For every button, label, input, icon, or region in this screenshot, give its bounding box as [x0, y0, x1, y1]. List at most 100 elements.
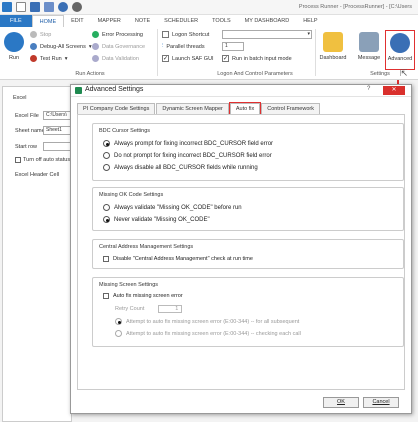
excel-file-label: Excel File [15, 113, 39, 119]
test-run-button[interactable]: Test Run ▾ [30, 55, 67, 62]
advanced-settings-dialog: Advanced Settings ? ✕ PI Company Code Se… [70, 84, 412, 414]
cursor-icon: ⇱ [400, 68, 408, 78]
ribbon-separator [157, 29, 158, 76]
bdc-option-no-prompt[interactable]: Do not prompt for fixing incorrect BDC_C… [103, 152, 272, 159]
new-file-icon[interactable] [16, 2, 26, 12]
play-icon[interactable] [58, 2, 68, 12]
advanced-button[interactable]: Advanced [385, 30, 415, 70]
window-title: Process Runner - [ProcessRunner] - [C:\U… [298, 4, 412, 10]
test-run-label: Test Run [40, 55, 62, 62]
radio-icon [103, 164, 110, 171]
batch-mode-checkbox[interactable]: Run in batch input mode [222, 55, 292, 62]
excel-section-title: Excel [13, 95, 27, 101]
run-icon [4, 32, 24, 52]
ok-button[interactable]: OK [323, 397, 359, 408]
run-button[interactable]: Run [4, 32, 24, 61]
logon-shortcut-checkbox[interactable]: Logon Shortcut [162, 31, 209, 38]
data-validation-label: Data Validation [102, 55, 139, 62]
checkbox-icon [103, 293, 109, 299]
batch-mode-label: Run in batch input mode [232, 55, 292, 62]
dialog-app-icon [75, 87, 82, 94]
turn-off-checkbox[interactable]: Turn off auto status [15, 157, 70, 163]
save-icon[interactable] [30, 2, 40, 12]
run-actions-group-label: Run Actions [75, 71, 105, 77]
sheet-name-input[interactable]: Sheet1 [43, 126, 73, 135]
retry-count-stepper[interactable]: 1 [158, 305, 183, 313]
tab-dynamic-screen-mapper[interactable]: Dynamic Screen Mapper [156, 103, 229, 114]
missing-option-each[interactable]: Attempt to auto fix missing screen error… [115, 330, 301, 337]
data-governance-icon [92, 43, 99, 50]
threads-stepper[interactable]: 1 [222, 42, 244, 51]
missing-option-all[interactable]: Attempt to auto fix missing screen error… [115, 318, 299, 325]
record-icon[interactable] [72, 2, 82, 12]
ribbon-separator [315, 29, 316, 76]
dashboard-label: Dashboard [319, 55, 347, 61]
help-button[interactable]: ? [367, 86, 370, 92]
error-processing-button[interactable]: Error Processing [92, 31, 143, 38]
turn-off-label: Turn off auto status [23, 157, 71, 163]
excel-file-input[interactable]: C:\Users\ [43, 111, 73, 120]
bdc-option-disable-all[interactable]: Always disable all BDC_CURSOR fields whi… [103, 164, 258, 171]
logon-dropdown[interactable]: ▾ [222, 30, 312, 39]
data-governance-button[interactable]: Data Governance [92, 43, 145, 50]
bdc-option-always-prompt[interactable]: Always prompt for fixing incorrect BDC_C… [103, 140, 273, 147]
close-button[interactable]: ✕ [383, 86, 405, 95]
start-row-input[interactable] [43, 142, 73, 151]
stop-button[interactable]: Stop [30, 31, 51, 38]
auto-fix-checkbox[interactable]: Auto fix missing screen error [103, 293, 183, 299]
debug-icon [30, 43, 37, 50]
disable-cam-checkbox[interactable]: Disable "Central Address Management" che… [103, 256, 253, 262]
header-cell-label: Excel Header Cell [15, 172, 60, 178]
disable-cam-label: Disable "Central Address Management" che… [113, 256, 253, 262]
ok-code-group: Missing OK Code Settings Always validate… [92, 187, 404, 231]
quick-access-toolbar [2, 2, 82, 12]
data-validation-button[interactable]: Data Validation [92, 55, 139, 62]
debug-button[interactable]: Debug-All Screens ▾ [30, 43, 92, 50]
missing-option-label: Attempt to auto fix missing screen error… [126, 318, 300, 325]
okcode-option-label: Never validate "Missing OK_CODE" [114, 216, 210, 223]
tab-tools[interactable]: TOOLS [205, 15, 238, 27]
dialog-tabs: PI Company Code Settings Dynamic Screen … [77, 102, 321, 115]
tab-scheduler[interactable]: SCHEDULER [157, 15, 205, 27]
close-icon: ✕ [391, 87, 397, 93]
tab-help[interactable]: HELP [296, 15, 324, 27]
tab-auto-fix[interactable]: Auto fix [228, 102, 262, 115]
okcode-option-always[interactable]: Always validate "Missing OK_CODE" before… [103, 204, 242, 211]
tab-control-framework[interactable]: Control Framework [261, 103, 320, 114]
radio-icon [103, 140, 110, 147]
tab-pi-company-code[interactable]: PI Company Code Settings [77, 103, 156, 114]
radio-icon [103, 216, 110, 223]
gears-icon [390, 33, 410, 53]
cancel-button[interactable]: Cancel [363, 397, 399, 408]
retry-count-label: Retry Count [115, 306, 145, 312]
message-button[interactable]: Message [355, 32, 383, 61]
tab-my-dashboard[interactable]: MY DASHBOARD [238, 15, 297, 27]
run-label: Run [8, 55, 20, 61]
bdc-cursor-group: BDC Cursor Settings Always prompt for fi… [92, 123, 404, 181]
tab-home[interactable]: HOME [31, 15, 65, 27]
tab-file[interactable]: FILE [0, 15, 32, 27]
missing-screen-group: Missing Screen Settings Auto fix missing… [92, 277, 404, 347]
radio-icon [115, 330, 122, 337]
auto-fix-label: Auto fix missing screen error [113, 293, 183, 299]
chevron-down-icon: ▾ [64, 55, 68, 62]
radio-icon [103, 152, 110, 159]
okcode-option-never[interactable]: Never validate "Missing OK_CODE" [103, 216, 210, 223]
tab-edit[interactable]: EDIT [64, 15, 91, 27]
open-icon[interactable] [44, 2, 54, 12]
missing-option-label: Attempt to auto fix missing screen error… [126, 330, 301, 337]
dashboard-icon [323, 32, 343, 52]
parallel-threads: ⫶ Parallel threads [162, 43, 205, 50]
message-label: Message [357, 55, 381, 61]
ok-code-group-title: Missing OK Code Settings [99, 192, 164, 198]
title-bar: Process Runner - [ProcessRunner] - [C:\U… [0, 0, 418, 15]
central-address-group: Central Address Management Settings Disa… [92, 239, 404, 269]
launch-saf-checkbox[interactable]: Launch SAF GUI [162, 55, 214, 62]
tab-mapper[interactable]: MAPPER [91, 15, 128, 27]
checkbox-icon [103, 256, 109, 262]
tab-note[interactable]: NOTE [128, 15, 157, 27]
excel-panel: Excel Excel File C:\Users\ Sheet name Sh… [2, 86, 73, 422]
dashboard-button[interactable]: Dashboard [318, 32, 348, 61]
error-processing-icon [92, 31, 99, 38]
batch-mode-box [222, 55, 229, 62]
